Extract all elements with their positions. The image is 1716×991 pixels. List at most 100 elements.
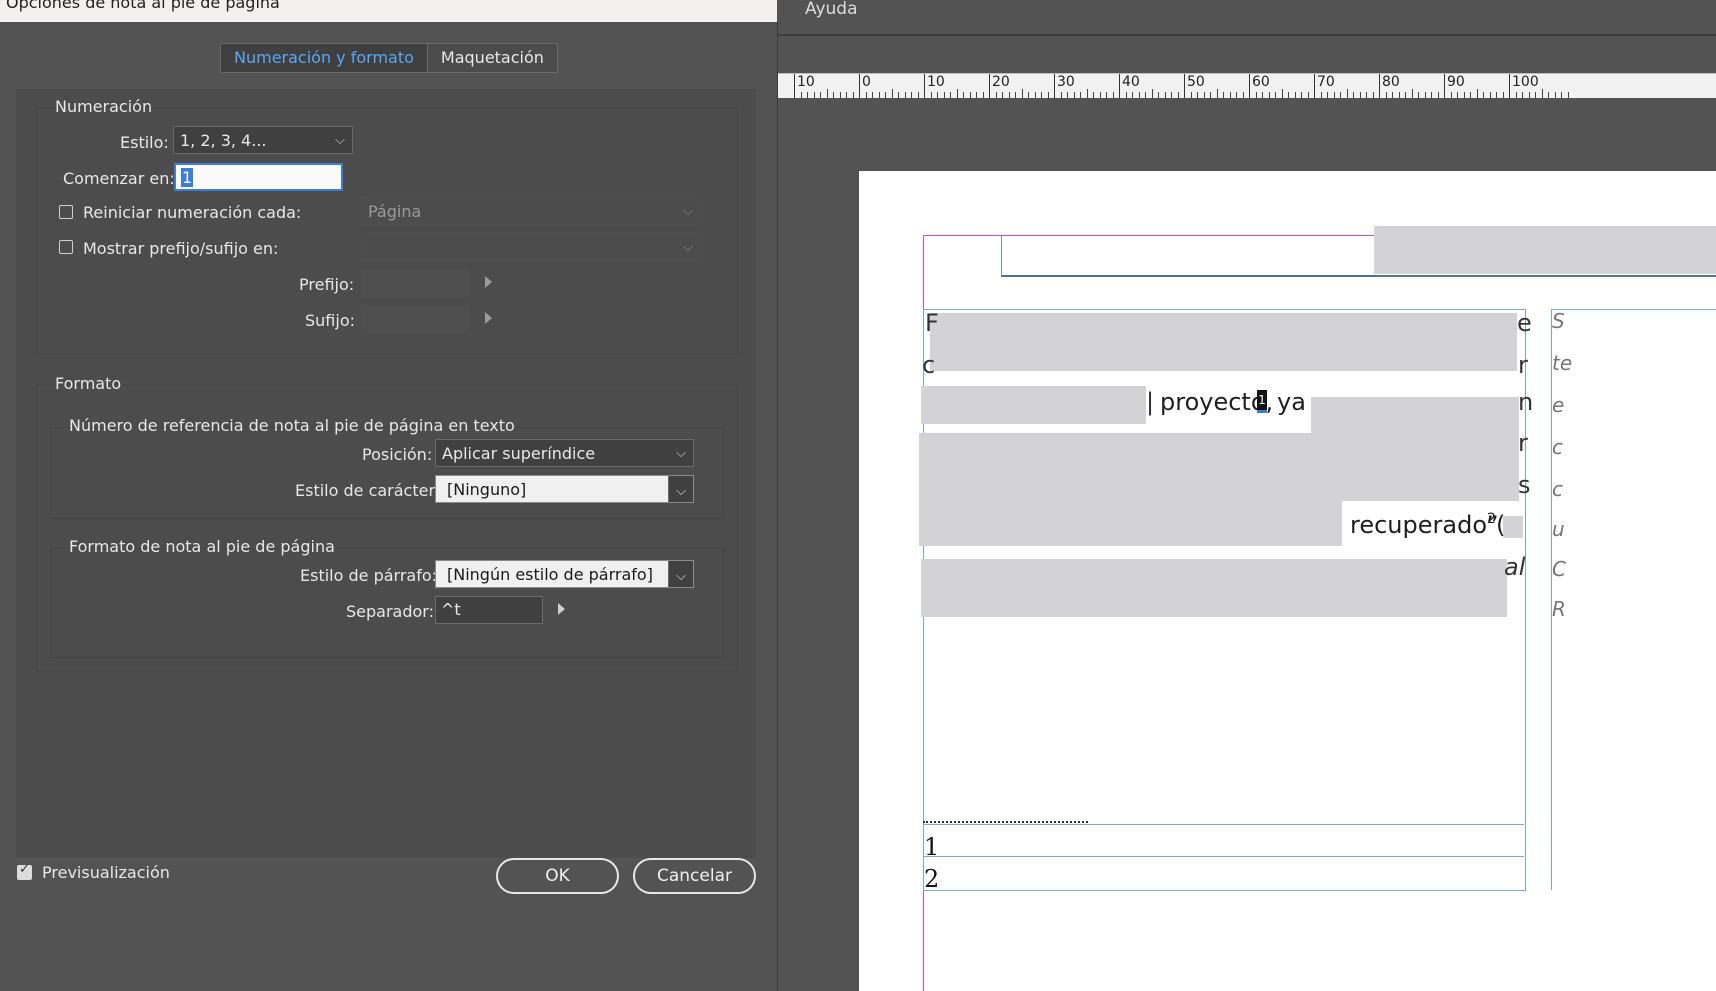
- document-page[interactable]: F e c r | proyecto, 1 ya n r s recuperad…: [859, 171, 1716, 991]
- paren: (: [1496, 511, 1506, 539]
- ruler-major-tick: [859, 74, 860, 98]
- comenzar-value: 1: [181, 168, 194, 187]
- tab-bar: Numeración y formato Maquetación: [220, 43, 558, 73]
- mostrar-checkbox[interactable]: [59, 240, 73, 254]
- text-fragment: c: [922, 351, 936, 379]
- ruler-major-tick: [1379, 74, 1380, 98]
- ruler-label: 0: [862, 74, 871, 90]
- word-ya: ya: [1277, 388, 1306, 416]
- text-fragment: u: [1552, 517, 1565, 541]
- ok-button[interactable]: OK: [496, 858, 619, 894]
- text-fragment: al: [1504, 553, 1526, 581]
- horizontal-ruler[interactable]: 10 0 10 20 30 40 50 60 70 80 90 100: [778, 73, 1716, 99]
- ruler-label: 100: [1512, 74, 1539, 90]
- sufijo-input[interactable]: [361, 305, 469, 333]
- ruler-minor-tick: [1086, 89, 1088, 98]
- ruler-label: 10: [797, 74, 815, 90]
- estilo-parrafo-value: [Ningún estilo de párrafo]: [447, 565, 653, 584]
- preview-checkbox[interactable]: ✓: [17, 862, 32, 880]
- redacted-block: [919, 433, 1519, 501]
- referencia-subgroup-title: Número de referencia de nota al pie de p…: [69, 416, 515, 435]
- ruler-label: 60: [1252, 74, 1270, 90]
- text-fragment: |: [1146, 388, 1155, 416]
- footnote-options-dialog: Opciones de nota al pie de página Numera…: [0, 0, 778, 991]
- ruler-minor-tick: [826, 89, 828, 98]
- footnote-frame-line: [923, 856, 1524, 857]
- chevron-down-icon: ⌵: [676, 446, 686, 461]
- ruler-major-tick: [1249, 74, 1250, 98]
- ruler-label: 20: [992, 74, 1010, 90]
- prefijo-label: Prefijo:: [299, 275, 355, 294]
- posicion-value: Aplicar superíndice: [442, 444, 596, 463]
- ruler-label: 80: [1382, 74, 1400, 90]
- prefijo-input[interactable]: [361, 269, 469, 297]
- tab-panel: Numeración Estilo: 1, 2, 3, 4... ⌵ Comen…: [16, 89, 756, 858]
- comenzar-label: Comenzar en:: [63, 169, 175, 188]
- word-recuperado: recuperado”: [1350, 511, 1499, 539]
- text-fragment: n: [1518, 388, 1534, 416]
- estilo-label: Estilo:: [120, 133, 169, 152]
- footnote-frame-line: [923, 824, 1524, 825]
- ruler-major-tick: [794, 74, 795, 98]
- numeracion-group-title: Numeración: [55, 97, 153, 116]
- ruler-major-tick: [1314, 74, 1315, 98]
- estilo-caracter-select[interactable]: [Ninguno] ⌵: [435, 475, 694, 503]
- ruler-minor-tick: [1021, 89, 1023, 98]
- ruler-major-tick: [1444, 74, 1445, 98]
- nota-subgroup-title: Formato de nota al pie de página: [69, 537, 335, 556]
- comenzar-input[interactable]: 1: [174, 163, 343, 191]
- redacted-block: [1374, 226, 1716, 274]
- reiniciar-select[interactable]: Página ⌵: [361, 197, 701, 225]
- text-fragment: c: [1552, 477, 1563, 501]
- footnote-reference-marker[interactable]: 1: [1257, 390, 1267, 413]
- ruler-label: 90: [1447, 74, 1465, 90]
- redacted-block: [1311, 397, 1519, 437]
- redacted-block: [1503, 516, 1523, 538]
- ruler-label: 10: [927, 74, 945, 90]
- text-fragment: S: [1552, 309, 1565, 333]
- mostrar-select[interactable]: ⌵: [361, 233, 701, 261]
- estilo-parrafo-select[interactable]: [Ningún estilo de párrafo] ⌵: [435, 560, 694, 588]
- footnote-number-2: 2: [924, 865, 940, 893]
- estilo-caracter-value: [Ninguno]: [447, 480, 527, 499]
- dialog-title: Opciones de nota al pie de página: [6, 0, 280, 12]
- estilo-caracter-label: Estilo de carácter:: [295, 481, 441, 500]
- separador-label: Separador:: [346, 602, 434, 621]
- estilo-parrafo-label: Estilo de párrafo:: [300, 566, 438, 585]
- ruler-label: 50: [1187, 74, 1205, 90]
- tab-numeracion-formato[interactable]: Numeración y formato: [221, 44, 428, 72]
- ruler-minor-tick: [1346, 89, 1348, 98]
- text-fragment: te: [1552, 351, 1573, 375]
- superscript-2: 2: [1487, 511, 1496, 527]
- pasteboard[interactable]: F e c r | proyecto, 1 ya n r s recuperad…: [778, 98, 1716, 991]
- estilo-select[interactable]: 1, 2, 3, 4... ⌵: [173, 126, 353, 154]
- estilo-value: 1, 2, 3, 4...: [180, 131, 267, 150]
- reiniciar-value: Página: [368, 202, 422, 221]
- posicion-label: Posición:: [362, 445, 433, 464]
- cancel-button[interactable]: Cancelar: [633, 858, 756, 894]
- footnote-separator: [923, 821, 1088, 823]
- prefijo-menu-arrow-icon[interactable]: [485, 276, 492, 288]
- dialog-titlebar[interactable]: Opciones de nota al pie de página: [0, 0, 777, 22]
- ruler-major-tick: [1119, 74, 1120, 98]
- ruler-minor-tick: [1476, 89, 1478, 98]
- text-fragment: r: [1518, 351, 1528, 379]
- sufijo-menu-arrow-icon[interactable]: [485, 312, 492, 324]
- text-fragment: s: [1518, 471, 1531, 499]
- ruler-minor-tick: [1411, 89, 1413, 98]
- separador-menu-arrow-icon[interactable]: [558, 603, 565, 615]
- text-fragment: e: [1517, 309, 1532, 337]
- reiniciar-checkbox[interactable]: [59, 205, 73, 219]
- sufijo-label: Sufijo:: [305, 311, 355, 330]
- mostrar-label: Mostrar prefijo/sufijo en:: [83, 239, 279, 258]
- second-column-frame[interactable]: [1551, 309, 1716, 890]
- tab-maquetacion[interactable]: Maquetación: [427, 44, 557, 72]
- separador-input[interactable]: ^t: [435, 596, 543, 624]
- ruler-minor-tick: [1151, 89, 1153, 98]
- posicion-select[interactable]: Aplicar superíndice ⌵: [435, 439, 694, 467]
- redacted-block: [921, 386, 1146, 424]
- ruler-minor-tick: [1281, 89, 1283, 98]
- ruler-minor-tick: [1541, 89, 1543, 98]
- menu-help[interactable]: Ayuda: [805, 0, 858, 19]
- ruler-minor-tick: [891, 89, 893, 98]
